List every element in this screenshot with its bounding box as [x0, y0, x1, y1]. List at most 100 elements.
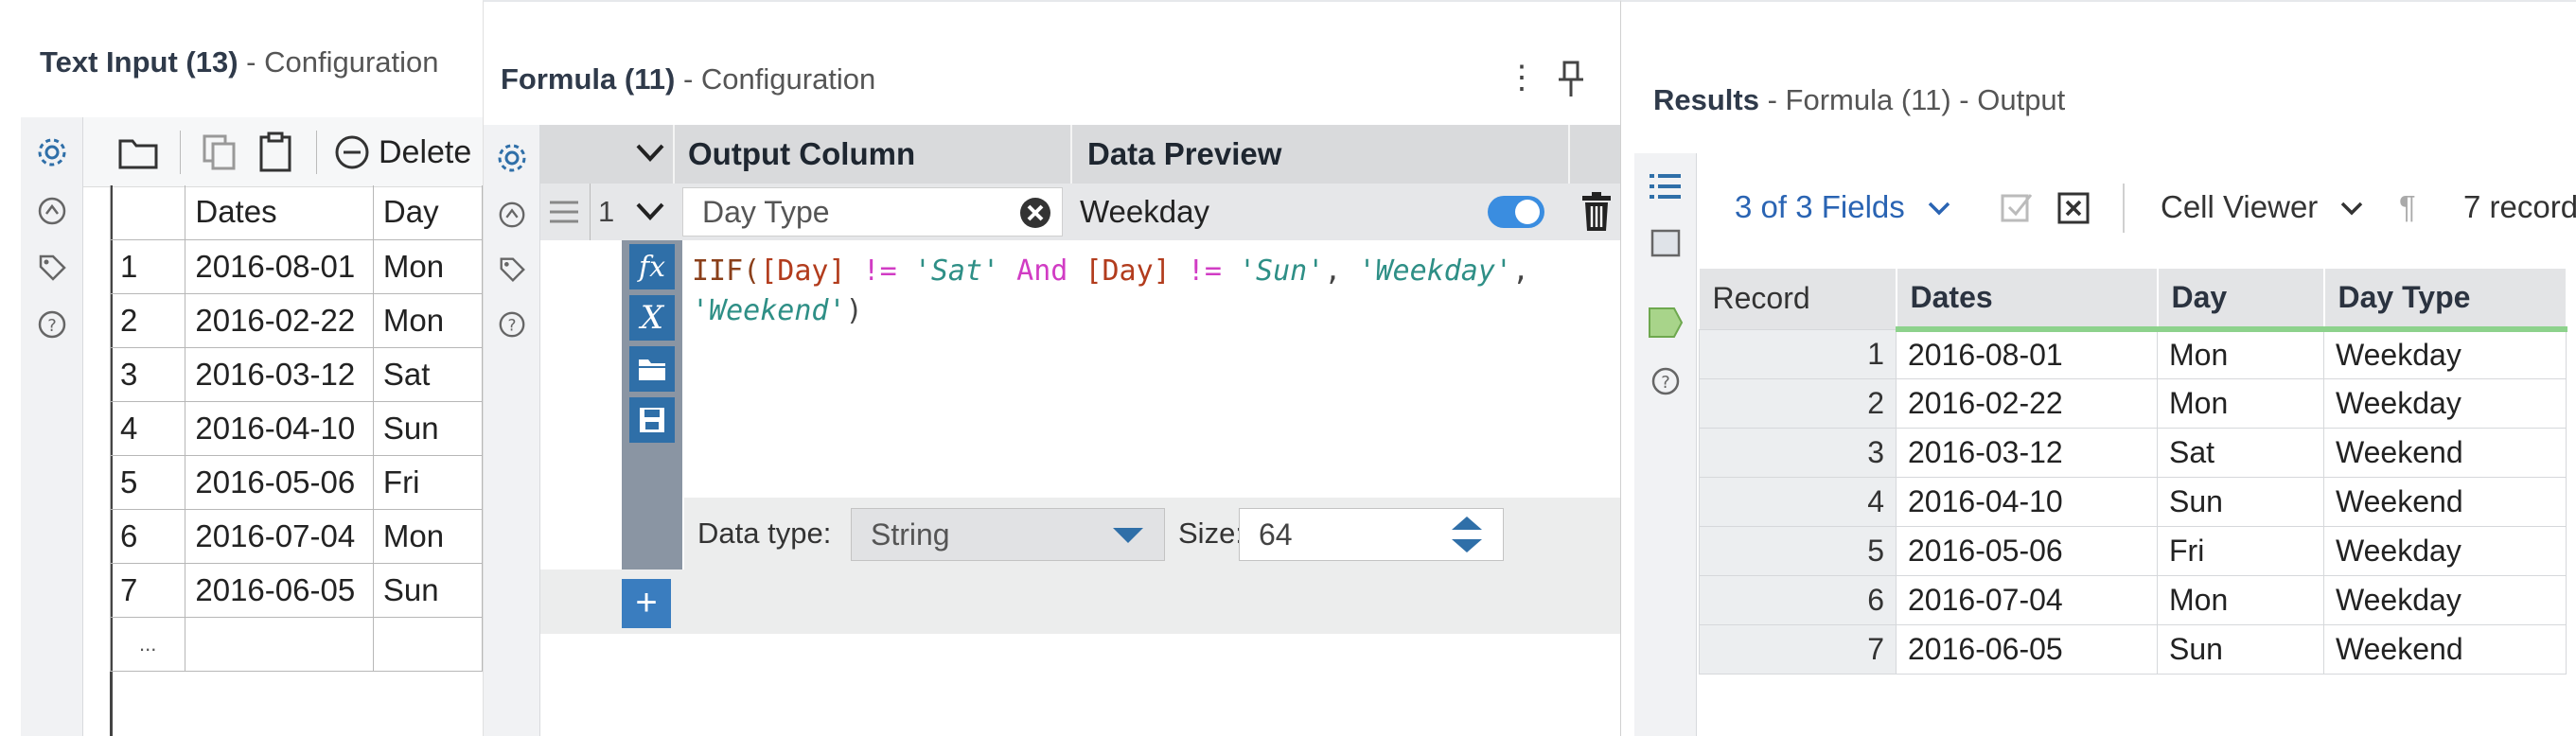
day-cell[interactable]: Mon	[2157, 377, 2324, 429]
table-row[interactable]: 2 2016-02-22 Mon Weekday	[1699, 377, 2567, 429]
kebab-menu-icon[interactable]: ⋮	[1506, 59, 1538, 96]
grid-row-number[interactable]: 4	[109, 400, 186, 456]
day-type-cell[interactable]: Weekday	[2323, 525, 2567, 576]
enable-toggle[interactable]	[1487, 195, 1545, 229]
grid-cell[interactable]: 2016-05-06	[185, 454, 374, 510]
grid-row-number[interactable]: 2	[109, 292, 186, 348]
table-row[interactable]: 5 2016-05-06 Fri Weekday	[1699, 525, 2567, 576]
grid-cell[interactable]: 2016-02-22	[185, 292, 374, 348]
table-row[interactable]: 4 2016-04-10 Sun Weekend	[1699, 476, 2567, 527]
delete-button[interactable]: Delete	[333, 131, 471, 174]
size-stepper-icon[interactable]	[1448, 513, 1486, 556]
grid-cell[interactable]: Sun	[372, 400, 483, 456]
day-cell[interactable]: Mon	[2157, 328, 2324, 379]
trash-icon[interactable]	[1579, 191, 1614, 233]
table-row[interactable]: 7 2016-06-05 Sun Weekend	[1699, 623, 2567, 675]
grid-cell[interactable]: 2016-08-01	[185, 238, 374, 294]
grid-header-cell[interactable]: Day	[372, 185, 483, 240]
grid-row-number[interactable]: 1	[109, 238, 186, 294]
table-row[interactable]: 1 2016-08-01 Mon Weekday	[1699, 328, 2567, 379]
grid-cell[interactable]: 2016-03-12	[185, 346, 374, 402]
dates-cell[interactable]: 2016-06-05	[1896, 623, 2158, 675]
add-expression-button[interactable]: +	[622, 579, 671, 628]
day-cell[interactable]: Fri	[2157, 525, 2324, 576]
grid-header-cell[interactable]: Dates	[185, 185, 374, 240]
data-type-select[interactable]: String	[851, 508, 1165, 561]
clear-icon[interactable]	[1018, 196, 1052, 230]
col-header-record[interactable]: Record	[1699, 269, 1897, 329]
folder-icon[interactable]	[117, 131, 159, 174]
cell-viewer-dropdown[interactable]: Cell Viewer	[2161, 166, 2364, 248]
record-number-cell[interactable]: 3	[1699, 427, 1897, 478]
day-type-cell[interactable]: Weekday	[2323, 574, 2567, 625]
function-fx-icon[interactable]: fx	[629, 244, 675, 289]
grid-cell[interactable]	[372, 616, 483, 672]
dates-cell[interactable]: 2016-08-01	[1896, 328, 2158, 379]
drag-handle-icon[interactable]	[548, 197, 580, 227]
grid-row-number[interactable]: 5	[109, 454, 186, 510]
grid-cell[interactable]: Sat	[372, 346, 483, 402]
day-cell[interactable]: Mon	[2157, 574, 2324, 625]
day-type-cell[interactable]: Weekend	[2323, 476, 2567, 527]
day-cell[interactable]: Sat	[2157, 427, 2324, 478]
table-row[interactable]: 3 2016-03-12 Sat Weekend	[1699, 427, 2567, 478]
record-number-cell[interactable]: 6	[1699, 574, 1897, 625]
list-icon[interactable]	[1634, 159, 1696, 214]
tag-icon[interactable]	[21, 240, 82, 295]
day-type-cell[interactable]: Weekend	[2323, 427, 2567, 478]
day-type-cell[interactable]: Weekend	[2323, 623, 2567, 675]
table-row[interactable]: 6 2016-07-04 Mon Weekday	[1699, 574, 2567, 625]
col-header-day[interactable]: Day	[2157, 269, 2325, 332]
grid-cell[interactable]: Sun	[372, 562, 483, 618]
annotation-icon[interactable]	[484, 187, 539, 242]
col-header-dates[interactable]: Dates	[1896, 269, 2159, 332]
grid-header-cell[interactable]	[109, 185, 186, 240]
day-cell[interactable]: Sun	[2157, 476, 2324, 527]
grid-row-number[interactable]: 3	[109, 346, 186, 402]
help-icon[interactable]: ?	[1634, 354, 1696, 409]
dates-cell[interactable]: 2016-03-12	[1896, 427, 2158, 478]
clipboard-icon[interactable]	[257, 131, 293, 174]
grid-cell[interactable]: 2016-04-10	[185, 400, 374, 456]
gear-icon[interactable]	[484, 131, 539, 185]
fields-dropdown[interactable]: 3 of 3 Fields	[1735, 166, 1951, 248]
dates-cell[interactable]: 2016-02-22	[1896, 377, 2158, 429]
save-icon[interactable]	[629, 397, 675, 443]
expression-editor[interactable]: IIF([Day] != 'Sat' And [Day] != 'Sun', '…	[684, 240, 1612, 498]
day-type-cell[interactable]: Weekday	[2323, 328, 2567, 379]
size-input[interactable]: 64	[1239, 508, 1504, 561]
record-number-cell[interactable]: 2	[1699, 377, 1897, 429]
day-cell[interactable]: Sun	[2157, 623, 2324, 675]
record-number-cell[interactable]: 4	[1699, 476, 1897, 527]
check-all-icon[interactable]	[2000, 191, 2034, 225]
variable-x-icon[interactable]: X	[629, 295, 675, 341]
row-chevron-down-icon[interactable]	[635, 201, 665, 223]
grid-cell[interactable]: 2016-06-05	[185, 562, 374, 618]
grid-row-number[interactable]: 6	[109, 508, 186, 564]
grid-cell[interactable]: 2016-07-04	[185, 508, 374, 564]
help-icon[interactable]: ?	[21, 297, 82, 352]
record-number-cell[interactable]: 5	[1699, 525, 1897, 576]
grid-cell[interactable]	[185, 616, 374, 672]
uncheck-all-icon[interactable]	[2056, 191, 2091, 225]
day-type-cell[interactable]: Weekday	[2323, 377, 2567, 429]
record-number-cell[interactable]: 7	[1699, 623, 1897, 675]
grid-cell[interactable]: Mon	[372, 292, 483, 348]
col-header-day-type[interactable]: Day Type	[2323, 269, 2567, 332]
help-icon[interactable]: ?	[484, 297, 539, 352]
grid-cell[interactable]: Mon	[372, 508, 483, 564]
grid-more-indicator[interactable]: ...	[109, 616, 186, 672]
grid-row-number[interactable]: 7	[109, 562, 186, 618]
grid-cell[interactable]: Fri	[372, 454, 483, 510]
gear-icon[interactable]	[21, 125, 82, 180]
pin-icon[interactable]	[1555, 59, 1587, 100]
copy-icon[interactable]	[201, 131, 238, 174]
dates-cell[interactable]: 2016-07-04	[1896, 574, 2158, 625]
dates-cell[interactable]: 2016-05-06	[1896, 525, 2158, 576]
tag-icon[interactable]	[484, 242, 539, 297]
open-folder-icon[interactable]	[629, 346, 675, 392]
grid-cell[interactable]: Mon	[372, 238, 483, 294]
message-icon[interactable]	[1634, 216, 1696, 271]
annotation-icon[interactable]	[21, 184, 82, 238]
record-number-cell[interactable]: 1	[1699, 328, 1897, 379]
